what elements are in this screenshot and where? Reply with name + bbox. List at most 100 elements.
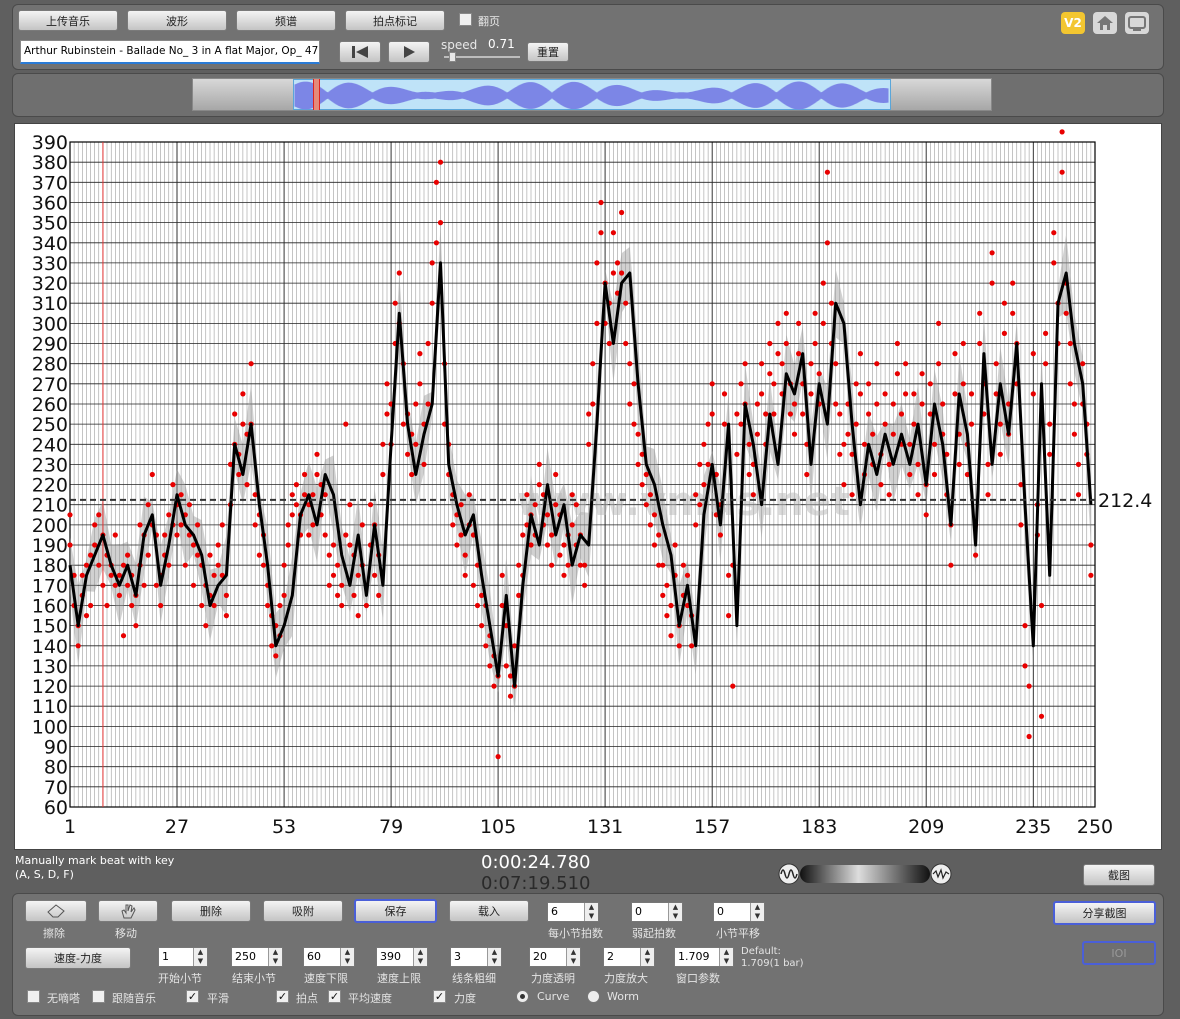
skip-to-start-button[interactable] [339,41,381,63]
beat-point [339,602,345,609]
mode-button[interactable]: 速度-力度 [25,947,131,969]
y-tick-label: 330 [32,253,68,275]
delete-button[interactable]: 删除 [171,900,251,922]
line-width-input[interactable]: 3 ▲ ▼ [450,947,502,967]
share-screenshot-button[interactable]: 分享截图 [1053,901,1156,925]
beat-point [734,411,740,417]
reset-button[interactable]: 重置 [527,42,569,62]
dynamics-scale-input[interactable]: 2 ▲ ▼ [603,947,655,967]
beat-point [1088,572,1094,578]
beat-mark-button[interactable]: 拍点标记 [345,10,445,31]
ioi-button[interactable]: IOI [1082,941,1156,965]
tempo-max-input[interactable]: 390 ▲ ▼ [376,947,428,967]
beat-point [1043,361,1049,367]
page-turn-checkbox[interactable] [459,13,472,26]
beat-point [293,502,299,508]
y-tick-label: 220 [32,475,68,497]
beat-point [162,532,168,538]
beat-point [462,572,468,578]
waveform-button[interactable]: 波形 [127,10,227,31]
dynamics-checkbox[interactable]: ✓ [433,990,446,1003]
version-badge[interactable]: V2 [1061,12,1085,34]
screenshot-button[interactable]: 截图 [1083,864,1155,886]
beat-point [219,522,225,528]
y-tick-label: 340 [32,233,68,255]
zoom-slider[interactable] [778,862,953,886]
beat-point [968,391,975,397]
y-tick-label: 160 [32,595,68,617]
snap-button[interactable]: 吸附 [263,900,343,922]
curve-radio[interactable] [516,990,529,1003]
beat-point [833,401,839,407]
beat-point [582,562,588,568]
start-bar-input[interactable]: 1 ▲ ▼ [158,947,208,967]
y-tick-label: 310 [32,293,68,315]
beat-point [1026,683,1032,689]
beat-point [372,572,378,578]
beat-point [985,461,991,467]
beat-point [1047,421,1053,427]
no-beep-checkbox[interactable] [27,990,40,1003]
beat-point [907,441,913,447]
playhead-marker[interactable] [313,79,320,110]
beat-point [857,351,864,357]
dynamics-opacity-input[interactable]: 20 ▲ ▼ [529,947,581,967]
window-param-input[interactable]: 1.709 ▲ ▼ [674,947,734,967]
fullscreen-button[interactable] [1125,12,1149,34]
beat-point [952,351,958,357]
tempo-chart[interactable]: www.vmus.net 212.460708090100110120130140… [14,123,1162,850]
beat-point [590,361,596,367]
beat-point [265,602,271,609]
beat-point [174,532,180,538]
speed-slider-thumb[interactable] [449,52,456,62]
overview-waveform[interactable] [192,78,992,111]
beat-point [997,421,1003,427]
beat-point [244,482,250,488]
avg-tempo-checkbox[interactable]: ✓ [328,990,341,1003]
erase-button[interactable] [25,900,87,922]
track-title-field[interactable]: Arthur Rubinstein - Ballade No_ 3 in A f… [20,40,320,64]
load-button[interactable]: 载入 [449,900,529,922]
home-button[interactable] [1093,12,1117,34]
beat-point [83,613,90,619]
beats-per-bar-input[interactable]: 6 ▲ ▼ [547,902,599,922]
beat-point [1051,230,1057,236]
beat-point [1026,733,1032,740]
beat-point [289,512,295,518]
beat-point [759,361,765,367]
worm-radio[interactable] [587,990,600,1003]
x-tick-label: 131 [587,816,623,838]
beat-point [269,643,275,649]
spectrum-button[interactable]: 频谱 [236,10,336,31]
beat-point [306,532,312,538]
follow-music-checkbox[interactable] [92,990,105,1003]
y-tick-label: 320 [32,273,68,295]
beat-point [759,391,765,397]
beat-point [145,502,151,508]
beat-point [549,562,555,568]
pickup-beats-input[interactable]: 0 ▲ ▼ [631,902,683,922]
tempo-min-input[interactable]: 60 ▲ ▼ [303,947,355,967]
y-tick-label: 250 [32,414,68,436]
beat-point [495,754,501,760]
x-tick-label: 235 [1015,816,1051,838]
beat-point [413,441,419,447]
beat-point [429,300,435,306]
beat-point [125,582,131,588]
y-tick-label: 380 [32,152,68,174]
play-button[interactable] [388,41,430,63]
beat-point [211,572,217,578]
smooth-checkbox[interactable]: ✓ [186,990,199,1003]
y-tick-label: 80 [44,757,68,779]
beat-point [894,371,901,377]
beats-checkbox[interactable]: ✓ [276,990,289,1003]
end-bar-input[interactable]: 250 ▲ ▼ [231,947,283,967]
move-button[interactable] [98,900,158,922]
y-tick-label: 270 [32,374,68,396]
upload-music-button[interactable]: 上传音乐 [18,10,118,31]
bar-shift-input[interactable]: 0 ▲ ▼ [713,902,765,922]
y-tick-label: 100 [32,716,68,738]
save-button[interactable]: 保存 [354,899,437,923]
beat-point [816,371,822,377]
beat-point [779,361,785,367]
